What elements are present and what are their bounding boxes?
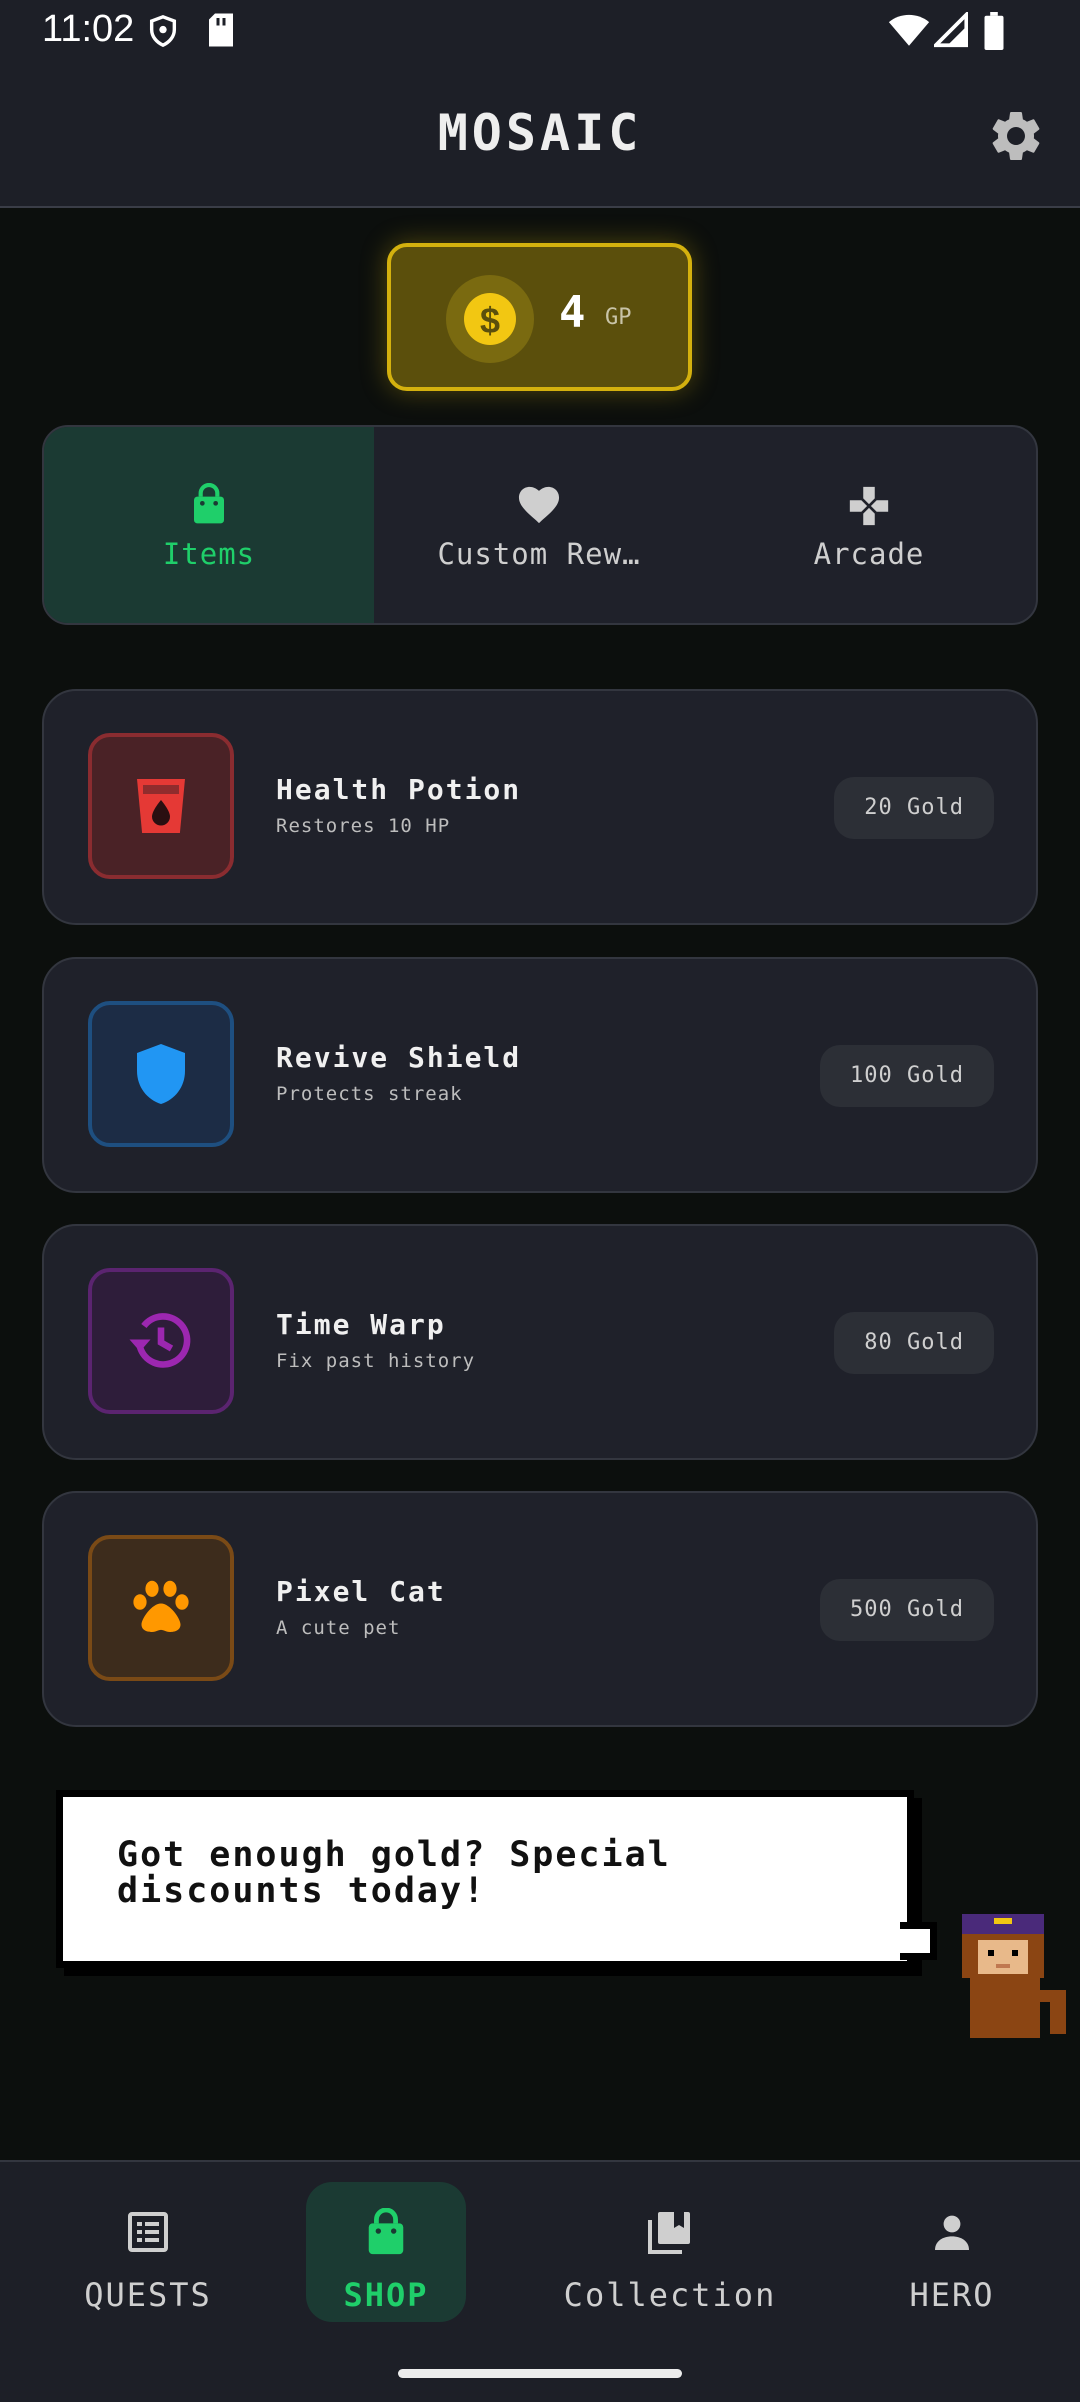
shop-item-pixel-cat[interactable]: Pixel Cat A cute pet 500 Gold [42,1491,1038,1727]
tab-custom-rewards[interactable]: Custom Rew… [374,427,704,623]
shopping-bag-icon [44,483,374,531]
speech-bubble: Got enough gold? Special discounts today… [56,1790,914,1968]
heart-icon [374,483,704,531]
speech-text: Got enough gold? Special discounts today… [117,1835,671,1911]
item-name: Pixel Cat [276,1575,446,1608]
history-icon [129,1313,191,1368]
potion-icon [137,779,185,833]
app-title: MOSAIC [437,104,643,162]
nav-collection-label: Collection [563,2276,777,2314]
item-icon-container [88,733,234,879]
gamepad-icon [704,483,1034,531]
item-description: A cute pet [276,1617,401,1639]
person-icon [872,2208,1032,2258]
gold-balance-badge: $ 4 GP [387,243,692,391]
wifi-icon [888,12,930,52]
status-bar: 11:02 [0,0,1080,62]
shop-item-revive-shield[interactable]: Revive Shield Protects streak 100 Gold [42,957,1038,1193]
nav-collection[interactable]: Collection [520,2182,820,2322]
status-time: 11:02 [42,8,135,50]
cellular-signal-icon [931,10,969,52]
nav-hero[interactable]: HERO [872,2182,1032,2322]
item-icon-container [88,1001,234,1147]
buy-button[interactable]: 80 Gold [834,1312,994,1374]
paw-icon [133,1580,189,1632]
settings-button[interactable] [986,106,1046,166]
tab-items-label: Items [162,537,256,571]
buy-button[interactable]: 100 Gold [820,1045,994,1107]
item-name: Time Warp [276,1308,446,1341]
item-description: Restores 10 HP [276,815,451,837]
buy-button[interactable]: 500 Gold [820,1579,994,1641]
item-description: Fix past history [276,1350,476,1372]
shop-item-time-warp[interactable]: Time Warp Fix past history 80 Gold [42,1224,1038,1460]
sd-card-icon [206,12,236,52]
home-indicator[interactable] [398,2369,682,2378]
nav-hero-label: HERO [909,2276,995,2314]
coin-icon: $ [446,275,534,363]
item-icon-container [88,1268,234,1414]
list-icon [48,2208,248,2258]
nav-quests[interactable]: QUESTS [48,2182,248,2322]
speech-bubble-tail [900,1922,937,1960]
tab-custom-rewards-label: Custom Rew… [437,537,641,571]
shop-tabs: Items Custom Rew… Arcade [42,425,1038,625]
svg-text:$: $ [480,300,500,341]
bottom-navigation: QUESTS SHOP Collection HERO [0,2160,1080,2402]
nav-quests-label: QUESTS [84,2276,212,2314]
collection-icon [520,2208,820,2258]
nav-shop[interactable]: SHOP [306,2182,466,2322]
shopkeeper-mascot [958,1910,1070,2044]
gold-unit: GP [605,305,632,330]
tab-arcade[interactable]: Arcade [704,427,1034,623]
item-name: Revive Shield [276,1041,522,1074]
battery-icon [982,12,1006,54]
item-description: Protects streak [276,1083,463,1105]
shield-icon [137,1044,185,1104]
shop-item-health-potion[interactable]: Health Potion Restores 10 HP 20 Gold [42,689,1038,925]
shopping-bag-icon [306,2207,466,2258]
item-icon-container [88,1535,234,1681]
item-name: Health Potion [276,773,522,806]
app-header: MOSAIC [0,62,1080,208]
buy-button[interactable]: 20 Gold [834,777,994,839]
shield-status-icon [146,12,180,54]
tab-items[interactable]: Items [44,427,374,623]
tab-arcade-label: Arcade [813,537,925,571]
gold-amount: 4 [559,287,586,338]
gear-icon [992,111,1040,160]
nav-shop-label: SHOP [343,2276,429,2314]
